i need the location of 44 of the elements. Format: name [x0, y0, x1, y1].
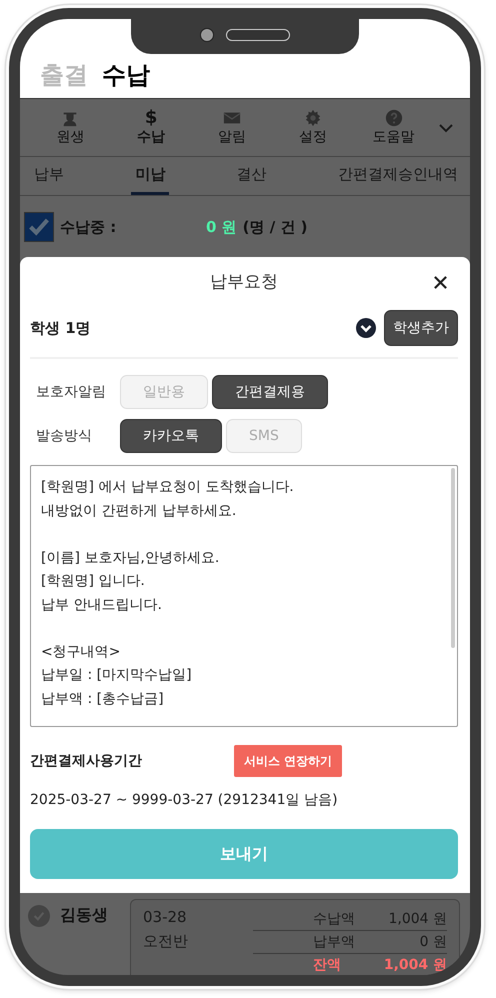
tab[interactable]: 납부: [30, 157, 68, 195]
tab[interactable]: 간편결제승인내역: [334, 157, 462, 195]
student-name: 김동생: [60, 905, 109, 926]
amount-label: 수납액: [313, 910, 355, 929]
chevron-circle-icon[interactable]: [356, 318, 376, 338]
amount-value: 1,004 원: [388, 910, 447, 929]
class-name: 오전반: [143, 932, 189, 951]
chevron-down-icon[interactable]: [438, 122, 454, 132]
send-button[interactable]: 보내기: [30, 829, 458, 879]
message-field[interactable]: [학원명] 에서 납부요청이 도착했습니다. 내방없이 간편하게 납부하세요. [이름] 보호자님,안녕하세요. [학원명] 입니다. 납부 안내드립니다. <청구내역> 납부일 : [마지막수납일] 납부액 : [총수납금]: [30, 465, 458, 727]
extend-service-button[interactable]: 서비스 연장하기: [234, 745, 342, 777]
toolbar-button[interactable]: $ 수납: [110, 109, 192, 146]
amount-label: 납부액: [313, 933, 355, 952]
option-button[interactable]: 일반용: [120, 375, 208, 409]
amount-value: 1,004 원: [384, 956, 447, 975]
tab[interactable]: 미납: [131, 157, 170, 195]
option-button[interactable]: SMS: [226, 419, 302, 453]
amount-label: 잔액: [313, 956, 341, 975]
period-text: 2025-03-27 ~ 9999-03-27 (2912341일 남음): [30, 791, 339, 809]
settings-icon: [304, 109, 322, 127]
header-tab[interactable]: 출결: [40, 57, 88, 93]
toolbar-button[interactable]: 알림: [192, 109, 272, 146]
option-button[interactable]: 간편결제용: [212, 375, 328, 409]
amount-value: 0 원: [420, 933, 447, 952]
toolbar-button[interactable]: 설정: [272, 109, 354, 146]
count-text: (명 / 건 ): [242, 218, 308, 236]
help-icon: [384, 109, 403, 127]
toolbar-button[interactable]: 원생: [30, 109, 111, 146]
amount-text: 0 원: [206, 218, 237, 236]
date-text: 03-28: [143, 908, 188, 926]
close-icon[interactable]: [433, 275, 448, 290]
tab[interactable]: 결산: [232, 157, 271, 195]
add-student-button[interactable]: 학생추가: [384, 310, 458, 346]
toolbar-button[interactable]: 도움말: [353, 109, 434, 146]
checkbox[interactable]: [24, 212, 54, 242]
period-label: 간편결제사용기간: [30, 752, 143, 770]
option-label: 보호자알림: [36, 383, 107, 401]
dialog-title: 납부요청: [210, 272, 278, 292]
summary-label: 수납중 :: [60, 218, 118, 236]
option-label: 발송방식: [36, 427, 93, 445]
student-count: 학생 1명: [30, 318, 92, 338]
header-tab[interactable]: 수납: [102, 57, 150, 93]
check-circle-icon[interactable]: [28, 905, 50, 927]
option-button[interactable]: 카카오톡: [120, 419, 222, 453]
